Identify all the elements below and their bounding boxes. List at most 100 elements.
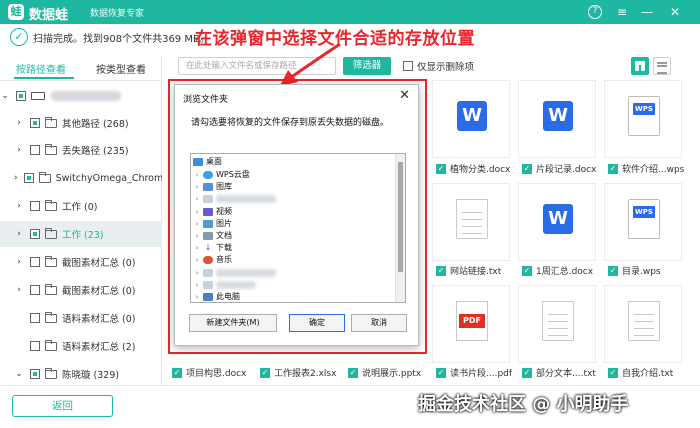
file-card[interactable]: W	[518, 183, 596, 261]
file-name[interactable]: ✓ 软件介绍...wps	[608, 162, 684, 175]
minimize-icon[interactable]: —	[638, 3, 656, 21]
chevron-right-icon[interactable]: ›	[191, 269, 203, 277]
file-name[interactable]: ✓ 部分文本....txt	[522, 366, 596, 379]
chevron-down-icon[interactable]: ⌄	[0, 91, 10, 101]
chevron-right-icon[interactable]: ›	[14, 229, 24, 239]
filter-button[interactable]: 筛选器	[343, 57, 391, 75]
chevron-right-icon[interactable]: ›	[191, 220, 203, 228]
folder-icon	[38, 171, 51, 183]
file-checkbox[interactable]: ✓	[436, 367, 446, 378]
tree-checkbox[interactable]	[23, 173, 34, 183]
tree-checkbox[interactable]	[30, 313, 40, 323]
file-name[interactable]: ✓ 1周汇总.docx	[522, 264, 593, 277]
tree-checkbox[interactable]	[30, 145, 40, 155]
file-checkbox[interactable]: ✓	[436, 265, 446, 276]
chevron-right-icon[interactable]: ›	[191, 208, 203, 216]
file-name[interactable]: ✓ 自我介绍.txt	[608, 366, 673, 379]
tree-row-item[interactable]: 语料素材汇总 (0)	[0, 305, 162, 331]
help-icon[interactable]: ?	[588, 5, 602, 19]
chevron-right-icon[interactable]: ›	[14, 257, 24, 267]
file-checkbox[interactable]: ✓	[608, 265, 618, 276]
scrollbar-thumb[interactable]	[398, 162, 403, 272]
chevron-right-icon[interactable]: ›	[191, 183, 203, 191]
back-button[interactable]: 返回	[12, 395, 113, 417]
file-card[interactable]: W	[518, 80, 596, 158]
new-folder-button[interactable]: 新建文件夹(M)	[189, 314, 277, 332]
show-deleted-toggle[interactable]: 仅显示删除项	[403, 59, 474, 73]
file-checkbox[interactable]: ✓	[172, 367, 182, 378]
chevron-right-icon[interactable]: ›	[14, 173, 18, 183]
chevron-right-icon[interactable]: ›	[14, 145, 24, 155]
folder-tree-item[interactable]: › 音乐	[191, 253, 391, 266]
tree-row-item[interactable]: › 工作 (0)	[0, 193, 162, 219]
file-checkbox[interactable]: ✓	[608, 163, 618, 174]
file-name[interactable]: ✓ 片段记录.docx	[522, 162, 596, 175]
show-deleted-checkbox[interactable]	[403, 61, 413, 71]
file-name[interactable]: ✓ 说明展示.pptx	[348, 366, 421, 379]
folder-tree-label: 视频	[216, 207, 232, 216]
file-card[interactable]: PDF	[432, 285, 510, 363]
list-view-icon[interactable]	[653, 57, 671, 75]
tree-checkbox[interactable]	[30, 229, 40, 239]
tab-by-path[interactable]: 按路径查看	[16, 61, 66, 76]
chevron-right-icon[interactable]: ›	[191, 195, 203, 203]
grid-view-icon[interactable]	[631, 57, 649, 75]
folder-tree-item[interactable]: ›	[191, 192, 391, 205]
file-name[interactable]: ✓ 工作报表2.xlsx	[260, 366, 336, 379]
tree-row-item-selected[interactable]: › 工作 (23)	[0, 221, 162, 247]
chevron-right-icon[interactable]: ›	[191, 171, 203, 179]
tree-checkbox[interactable]	[16, 91, 26, 101]
chevron-right-icon[interactable]: ›	[14, 201, 24, 211]
folder-tree-scrollbar[interactable]	[395, 154, 405, 302]
folder-tree-root[interactable]: 桌面	[191, 155, 391, 168]
tree-row-drive[interactable]: ⌄	[0, 83, 162, 109]
tree-row-item[interactable]: 语料素材汇总 (2)	[0, 333, 162, 359]
tree-row-item[interactable]: › 丢失路径 (235)	[0, 137, 162, 163]
close-icon[interactable]: ✕	[666, 3, 684, 21]
chevron-right-icon[interactable]: ›	[191, 281, 203, 289]
file-checkbox[interactable]: ✓	[436, 163, 446, 174]
file-checkbox[interactable]: ✓	[260, 367, 270, 378]
file-card[interactable]	[432, 183, 510, 261]
tree-checkbox[interactable]	[30, 118, 40, 128]
chevron-right-icon[interactable]: ›	[191, 232, 203, 240]
chevron-right-icon[interactable]: ›	[191, 293, 203, 301]
tree-row-item[interactable]: ⌄ 陈晓璇 (329)	[0, 361, 162, 387]
chevron-right-icon[interactable]: ›	[14, 118, 24, 128]
dialog-close-icon[interactable]: ✕	[399, 88, 410, 103]
tree-row-item[interactable]: › 截图素材汇总 (0)	[0, 277, 162, 303]
chevron-right-icon[interactable]: ›	[191, 244, 203, 252]
file-card[interactable]: WPS	[604, 183, 682, 261]
tree-checkbox[interactable]	[30, 257, 40, 267]
file-card[interactable]	[518, 285, 596, 363]
file-checkbox[interactable]: ✓	[522, 163, 532, 174]
file-checkbox[interactable]: ✓	[348, 367, 358, 378]
tree-checkbox[interactable]	[30, 369, 40, 379]
file-checkbox[interactable]: ✓	[522, 367, 532, 378]
chevron-right-icon[interactable]: ›	[191, 256, 203, 264]
tree-row-item[interactable]: › 其他路径 (268)	[0, 110, 162, 136]
file-name[interactable]: ✓ 植物分类.docx	[436, 162, 510, 175]
tree-checkbox[interactable]	[30, 201, 40, 211]
tree-row-item[interactable]: › 截图素材汇总 (0)	[0, 249, 162, 275]
file-card[interactable]: W	[432, 80, 510, 158]
file-card[interactable]: WPS	[604, 80, 682, 158]
file-name[interactable]: ✓ 项目构思.docx	[172, 366, 246, 379]
tree-row-item[interactable]: › SwitchyOmega_Chromium	[0, 165, 162, 191]
cancel-button[interactable]: 取消	[351, 314, 407, 332]
file-checkbox[interactable]: ✓	[522, 265, 532, 276]
folder-icon	[45, 143, 57, 155]
file-name[interactable]: ✓ 目录.wps	[608, 264, 661, 277]
file-name[interactable]: ✓ 网站链接.txt	[436, 264, 501, 277]
chevron-down-icon[interactable]: ⌄	[14, 369, 24, 379]
tree-checkbox[interactable]	[30, 285, 40, 295]
file-card[interactable]	[604, 285, 682, 363]
folder-tree-item[interactable]: › 此电脑	[191, 290, 391, 302]
ok-button[interactable]: 确定	[289, 314, 345, 332]
file-name[interactable]: ✓ 读书片段....pdf	[436, 366, 512, 379]
tree-checkbox[interactable]	[30, 341, 40, 351]
chevron-right-icon[interactable]: ›	[14, 285, 24, 295]
file-checkbox[interactable]: ✓	[608, 367, 618, 378]
menu-icon[interactable]: ≡	[613, 3, 631, 21]
tab-by-type[interactable]: 按类型查看	[96, 61, 146, 76]
